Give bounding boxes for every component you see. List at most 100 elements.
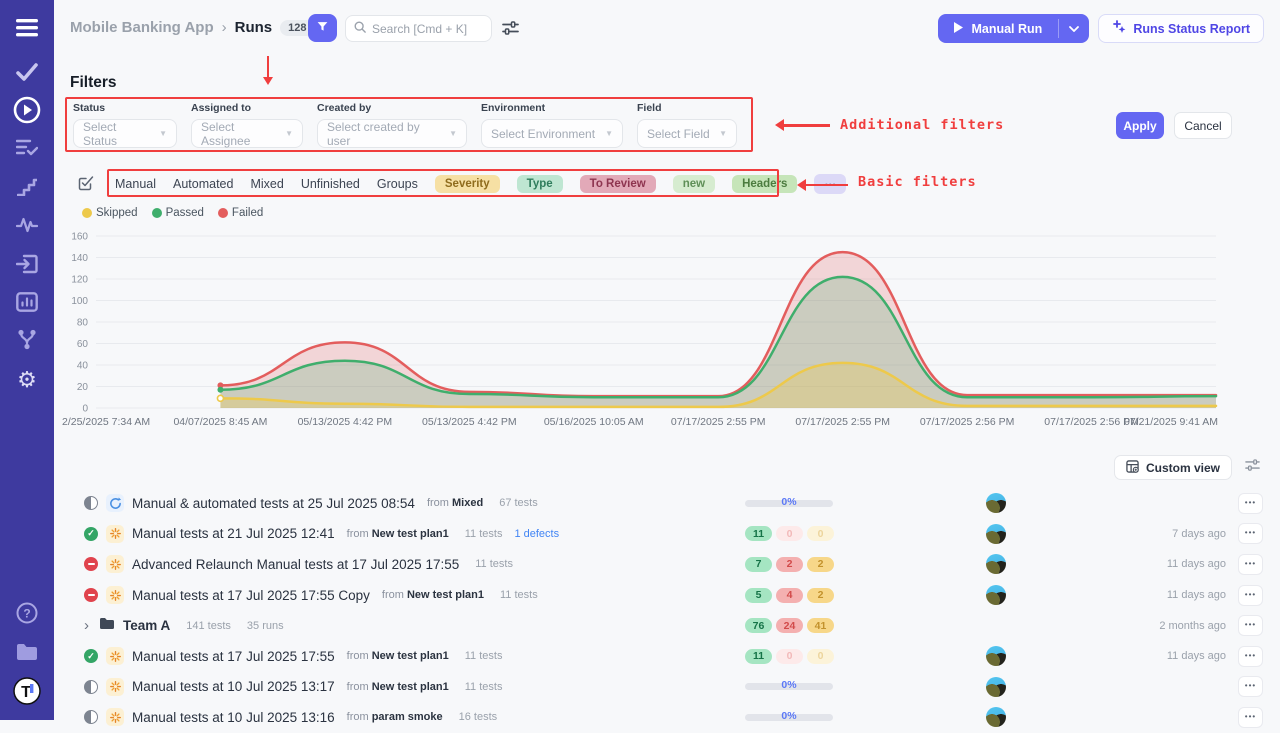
run-from-plan[interactable]: Mixed — [452, 497, 483, 509]
run-from: from param smoke — [347, 711, 443, 723]
run-row-left: ✓Manual tests at 21 Jul 2025 12:41from N… — [65, 525, 559, 543]
test-plans-icon[interactable] — [16, 139, 38, 157]
branches-icon[interactable] — [17, 329, 37, 351]
analytics-icon[interactable] — [16, 292, 38, 312]
filter-field-label: Assigned to — [191, 102, 303, 114]
basic-filter-tab-automated[interactable]: Automated — [173, 177, 233, 191]
basic-filter-pill-type[interactable]: Type — [517, 175, 563, 193]
failed-count-badge: 0 — [776, 526, 803, 541]
help-icon[interactable]: ? — [16, 602, 38, 624]
svg-text:07/21/2025 9:41 AM: 07/21/2025 9:41 AM — [1124, 416, 1218, 428]
run-title[interactable]: Manual tests at 17 Jul 2025 17:55 — [132, 649, 335, 664]
run-title[interactable]: Manual tests at 17 Jul 2025 17:55 Copy — [132, 588, 370, 603]
basic-filter-tab-mixed[interactable]: Mixed — [250, 177, 283, 191]
passed-status-icon: ✓ — [84, 649, 98, 663]
row-more-button[interactable]: ••• — [1238, 493, 1263, 514]
row-more-button[interactable]: ••• — [1238, 707, 1263, 728]
avatar — [986, 493, 1006, 513]
menu-icon[interactable] — [16, 19, 38, 37]
progress-bar: 0% — [745, 500, 833, 507]
view-settings-icon[interactable] — [1245, 458, 1260, 477]
filter-select[interactable]: Select Field▼ — [637, 119, 737, 148]
filter-select-placeholder: Select created by user — [327, 120, 441, 148]
filter-field-label: Status — [73, 102, 177, 114]
basic-filter-tab-manual[interactable]: Manual — [115, 177, 156, 191]
group-title[interactable]: Team A — [123, 618, 170, 633]
annotation-arrow-basic — [800, 184, 848, 187]
row-more-button[interactable]: ••• — [1238, 676, 1263, 697]
search-box[interactable] — [345, 15, 492, 42]
breadcrumb: Mobile Banking App › Runs 128 — [70, 19, 314, 36]
legend-dot — [82, 208, 92, 218]
run-title[interactable]: Manual tests at 10 Jul 2025 13:17 — [132, 679, 335, 694]
progress-label: 0% — [745, 710, 833, 722]
bulk-edit-icon[interactable] — [78, 175, 94, 196]
basic-filter-pill-new[interactable]: new — [673, 175, 715, 193]
defects-link[interactable]: 1 defects — [514, 528, 559, 540]
breadcrumb-project[interactable]: Mobile Banking App — [70, 19, 214, 36]
row-more-button[interactable]: ••• — [1238, 585, 1263, 606]
row-more-button[interactable]: ••• — [1238, 615, 1263, 636]
run-from-plan[interactable]: New test plan1 — [372, 681, 449, 693]
apply-button[interactable]: Apply — [1116, 112, 1164, 139]
settings-icon[interactable]: ⚙ — [17, 367, 37, 393]
search-input[interactable] — [372, 22, 483, 36]
steps-icon[interactable] — [17, 178, 37, 196]
run-title[interactable]: Advanced Relaunch Manual tests at 17 Jul… — [132, 557, 459, 572]
filter-toggle-button[interactable] — [308, 14, 337, 42]
custom-view-button[interactable]: Custom view — [1114, 455, 1232, 480]
avatar — [986, 524, 1006, 544]
adjustments-icon[interactable] — [502, 20, 519, 41]
avatar — [986, 677, 1006, 697]
basic-filter-tab-unfinished[interactable]: Unfinished — [301, 177, 360, 191]
run-timestamp: 11 days ago — [1167, 558, 1226, 570]
run-result: 762441 — [745, 618, 834, 633]
basic-filter-pill-severity[interactable]: Severity — [435, 175, 500, 193]
runs-status-report-button[interactable]: Runs Status Report — [1098, 14, 1264, 43]
run-result: 542 — [745, 588, 834, 603]
legend-label: Skipped — [96, 207, 138, 219]
mixed-run-icon — [106, 494, 124, 512]
chevron-down-icon: ▼ — [449, 129, 457, 138]
row-more-button[interactable]: ••• — [1238, 523, 1263, 544]
run-from: from New test plan1 — [347, 681, 449, 693]
run-tests-count: 11 tests — [465, 681, 503, 693]
folder-icon — [99, 617, 115, 635]
logo[interactable]: T — [13, 677, 41, 705]
filter-select[interactable]: Select Environment▼ — [481, 119, 623, 148]
run-title[interactable]: Manual & automated tests at 25 Jul 2025 … — [132, 496, 415, 511]
runs-icon[interactable] — [13, 96, 41, 124]
legend-item-passed: Passed — [152, 207, 204, 219]
svg-text:100: 100 — [71, 296, 88, 307]
play-icon — [954, 22, 963, 36]
pulse-icon[interactable] — [16, 217, 38, 233]
row-more-button[interactable]: ••• — [1238, 646, 1263, 667]
chevron-down-icon[interactable] — [1059, 14, 1089, 43]
filter-select[interactable]: Select Assignee▼ — [191, 119, 303, 148]
filter-field-label: Created by — [317, 102, 467, 114]
basic-filter-pill-headers[interactable]: Headers — [732, 175, 797, 193]
filter-field-created-by: Created by Select created by user ▼ — [317, 102, 467, 148]
skipped-count-badge: 2 — [807, 588, 834, 603]
basic-filter-pill-to-review[interactable]: To Review — [580, 175, 656, 193]
import-icon[interactable] — [16, 254, 38, 274]
run-title[interactable]: Manual tests at 10 Jul 2025 13:16 — [132, 710, 335, 725]
run-title[interactable]: Manual tests at 21 Jul 2025 12:41 — [132, 526, 335, 541]
run-from: from New test plan1 — [347, 528, 449, 540]
manual-run-label: Manual Run — [971, 22, 1042, 36]
run-from-plan[interactable]: param smoke — [372, 711, 443, 723]
tests-icon[interactable] — [16, 63, 38, 81]
expand-chevron-icon[interactable]: › — [84, 618, 89, 633]
run-from-plan[interactable]: New test plan1 — [407, 589, 484, 601]
projects-icon[interactable] — [15, 642, 39, 662]
filter-select[interactable]: Select created by user ▼ — [317, 119, 467, 148]
runs-trend-chart: 0204060801001201401602/25/2025 7:34 AM04… — [60, 228, 1220, 430]
manual-run-button[interactable]: Manual Run — [938, 14, 1058, 43]
row-more-button[interactable]: ••• — [1238, 554, 1263, 575]
run-from-plan[interactable]: New test plan1 — [372, 528, 449, 540]
cancel-button[interactable]: Cancel — [1174, 112, 1232, 139]
run-from-plan[interactable]: New test plan1 — [372, 650, 449, 662]
basic-filter-tab-groups[interactable]: Groups — [377, 177, 418, 191]
filter-select[interactable]: Select Status▼ — [73, 119, 177, 148]
annotation-arrow-down — [267, 56, 269, 82]
